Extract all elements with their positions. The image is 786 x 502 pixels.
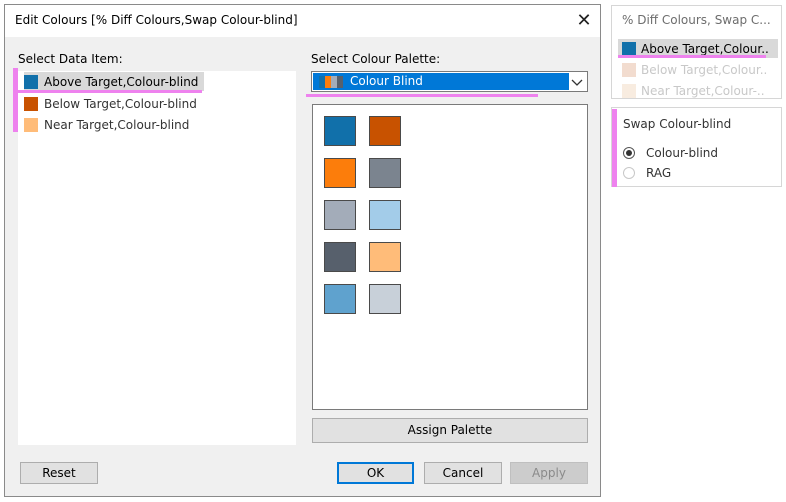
dialog-titlebar: Edit Colours [% Diff Colours,Swap Colour…: [5, 5, 600, 37]
palette-swatch-grid: [312, 104, 588, 410]
palette-swatch[interactable]: [324, 242, 356, 272]
palette-preview-icon: [319, 76, 343, 88]
palette-swatch[interactable]: [369, 200, 401, 230]
radio-rag[interactable]: [623, 167, 635, 179]
radio-rag-label: RAG: [646, 166, 672, 180]
palette-selected-highlight: Colour Blind: [313, 73, 569, 90]
data-item-label: Above Target,Colour-blind: [44, 74, 199, 89]
annotation-highlight-bar: [13, 68, 18, 132]
cancel-button[interactable]: Cancel: [424, 462, 502, 484]
edit-colours-dialog: Edit Colours [% Diff Colours,Swap Colour…: [4, 4, 601, 497]
palette-swatch[interactable]: [369, 284, 401, 314]
below-target-swatch: [24, 96, 38, 111]
data-item-above-target[interactable]: Above Target,Colour-blind: [24, 72, 204, 91]
chevron-down-icon[interactable]: [570, 75, 584, 89]
legend-swatch: [622, 84, 636, 98]
palette-swatch[interactable]: [324, 200, 356, 230]
legend-item-label: Below Target,Colour..: [641, 63, 768, 77]
legend-title: % Diff Colours, Swap C...: [622, 13, 771, 27]
legend-swatch: [622, 63, 636, 77]
legend-item-below-target[interactable]: Below Target,Colour..: [618, 61, 778, 79]
annotation-highlight-bar: [612, 109, 617, 187]
ok-button[interactable]: OK: [337, 462, 414, 484]
palette-swatch[interactable]: [324, 116, 356, 146]
palette-swatch[interactable]: [369, 158, 401, 188]
swap-colour-parameter-card: Swap Colour-blind Colour-blind RAG: [611, 107, 782, 187]
annotation-underline: [306, 94, 538, 97]
palette-selected-text: Colour Blind: [350, 74, 423, 88]
colour-palette-select[interactable]: Colour Blind: [311, 71, 588, 92]
data-item-near-target[interactable]: Near Target,Colour-blind: [24, 115, 204, 134]
radio-colour-blind-label: Colour-blind: [646, 146, 719, 160]
palette-swatch[interactable]: [369, 116, 401, 146]
legend-item-label: Above Target,Colour..: [641, 42, 769, 56]
select-colour-palette-label: Select Colour Palette:: [311, 52, 441, 66]
select-data-item-label: Select Data Item:: [18, 52, 123, 66]
data-item-label: Below Target,Colour-blind: [44, 96, 197, 111]
apply-button[interactable]: Apply: [510, 462, 588, 484]
radio-colour-blind[interactable]: [623, 147, 635, 159]
data-item-label: Near Target,Colour-blind: [44, 117, 190, 132]
legend-item-near-target[interactable]: Near Target,Colour-..: [618, 82, 778, 100]
legend-swatch: [622, 42, 636, 56]
above-target-swatch: [24, 74, 38, 89]
data-item-below-target[interactable]: Below Target,Colour-blind: [24, 94, 204, 113]
legend-item-label: Near Target,Colour-..: [641, 84, 765, 98]
close-icon[interactable]: ✕: [571, 8, 597, 34]
dialog-title: Edit Colours [% Diff Colours,Swap Colour…: [15, 13, 298, 27]
palette-swatch[interactable]: [324, 284, 356, 314]
colour-legend-card: % Diff Colours, Swap C... Above Target,C…: [611, 5, 782, 99]
reset-button[interactable]: Reset: [20, 462, 98, 484]
parameter-title: Swap Colour-blind: [623, 117, 732, 131]
assign-palette-button[interactable]: Assign Palette: [312, 418, 588, 443]
palette-swatch[interactable]: [369, 242, 401, 272]
palette-swatch[interactable]: [324, 158, 356, 188]
annotation-underline: [14, 90, 202, 93]
data-item-list: Above Target,Colour-blind Below Target,C…: [18, 71, 296, 445]
annotation-underline: [618, 55, 766, 58]
near-target-swatch: [24, 117, 38, 132]
